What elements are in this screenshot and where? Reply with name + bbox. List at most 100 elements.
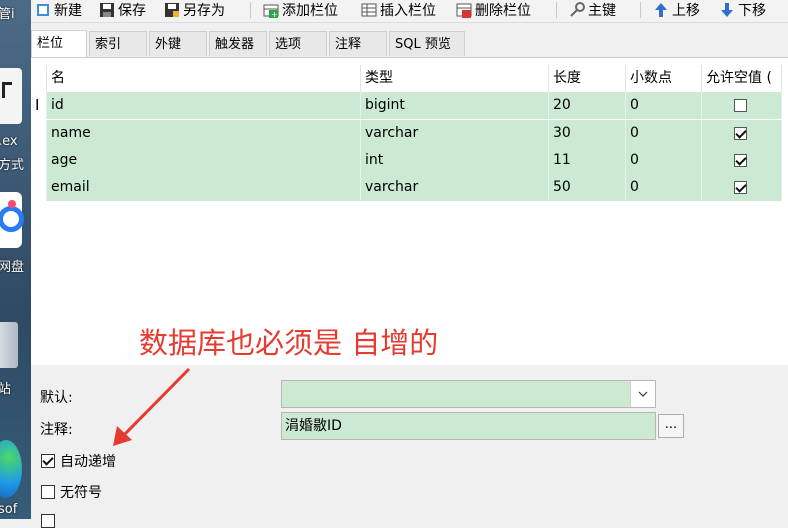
svg-text:+: + [271, 10, 278, 18]
field-type-cell[interactable]: int [361, 147, 549, 174]
move-up-button[interactable]: 上移 [653, 0, 700, 20]
desktop-label: .ex [0, 134, 18, 149]
tab-fields[interactable]: 栏位 [31, 30, 87, 57]
unsigned-checkbox[interactable] [41, 485, 55, 499]
add-field-button[interactable]: + 添加栏位 [263, 0, 338, 20]
add-field-icon: + [263, 2, 279, 19]
tab-indexes[interactable]: 索引 [89, 31, 147, 56]
toolbar-separator [250, 2, 251, 18]
save-button[interactable]: 保存 [99, 0, 146, 20]
delete-field-icon [456, 2, 472, 18]
row-header [31, 120, 47, 147]
desktop-label: 网盘 [0, 260, 25, 275]
row-cursor-marker: I [31, 92, 47, 119]
default-select[interactable] [281, 380, 656, 408]
move-down-button[interactable]: 下移 [719, 0, 766, 20]
default-label: 默认: [40, 390, 73, 406]
primary-key-label: 主键 [588, 3, 616, 19]
field-type-cell[interactable]: varchar [361, 174, 549, 201]
field-length-cell[interactable]: 11 [549, 147, 626, 174]
save-icon [99, 2, 115, 18]
app-icon[interactable] [0, 68, 22, 124]
tab-sql-preview[interactable]: SQL 预览 [389, 31, 465, 56]
field-decimals-cell[interactable]: 0 [626, 147, 702, 174]
toolbar-separator [556, 2, 557, 18]
column-header-type[interactable]: 类型 [361, 65, 549, 92]
new-label: 新建 [54, 3, 82, 19]
toolbar: 新建 保存 另存为 + 添加栏位 插入栏位 删除栏位 主键 上移 下移 [31, 0, 788, 23]
not-null-checkbox[interactable] [734, 154, 747, 167]
desktop-label: sof [0, 502, 18, 517]
not-null-checkbox[interactable] [734, 99, 747, 112]
field-name-cell[interactable]: name [47, 120, 361, 147]
tab-triggers[interactable]: 触发器 [209, 31, 267, 56]
cloud-drive-icon[interactable] [0, 192, 24, 248]
column-header-allow-null[interactable]: 允许空值 ( [702, 65, 782, 92]
new-icon [35, 2, 51, 18]
column-header-name[interactable]: 名 [47, 65, 361, 92]
comment-value: 涓婚敭ID [285, 418, 342, 434]
field-length-cell[interactable]: 30 [549, 120, 626, 147]
desktop-label: 管i [0, 7, 15, 22]
field-type-cell[interactable]: varchar [361, 120, 549, 147]
insert-field-button[interactable]: 插入栏位 [361, 0, 436, 20]
desktop-strip: 管i .ex 方式 网盘 站 sof [0, 0, 31, 519]
toolbar-separator [640, 2, 641, 18]
comment-more-button[interactable]: ... [658, 414, 684, 438]
field-not-null-cell [702, 174, 782, 201]
row-header [31, 147, 47, 174]
key-icon [569, 2, 585, 18]
table-row[interactable]: I id bigint 20 0 [31, 92, 788, 119]
arrow-up-icon [653, 2, 669, 18]
column-header-length[interactable]: 长度 [549, 65, 626, 92]
edge-icon[interactable] [0, 440, 22, 498]
tab-comment[interactable]: 注释 [329, 31, 387, 56]
table-row[interactable]: name varchar 30 0 [31, 120, 788, 147]
auto-increment-label[interactable]: 自动递增 [60, 451, 116, 471]
unsigned-label[interactable]: 无符号 [60, 482, 102, 502]
new-button[interactable]: 新建 [35, 0, 82, 20]
auto-increment-checkbox[interactable] [41, 454, 55, 468]
delete-field-label: 删除栏位 [475, 3, 531, 19]
save-as-label: 另存为 [183, 3, 225, 19]
primary-key-button[interactable]: 主键 [569, 0, 616, 20]
tab-strip: 栏位 索引 外键 触发器 选项 注释 SQL 预览 [31, 30, 788, 57]
tab-foreign-keys[interactable]: 外键 [149, 31, 207, 56]
save-as-button[interactable]: 另存为 [164, 0, 225, 20]
comment-label: 注释: [40, 422, 73, 438]
not-null-checkbox[interactable] [734, 127, 747, 140]
recycle-bin-icon[interactable] [0, 322, 18, 368]
field-decimals-cell[interactable]: 0 [626, 92, 702, 119]
chevron-down-icon[interactable] [630, 381, 655, 407]
field-length-cell[interactable]: 20 [549, 92, 626, 119]
add-field-label: 添加栏位 [282, 3, 338, 19]
table-row[interactable]: email varchar 50 0 [31, 174, 788, 201]
row-header-corner [31, 65, 47, 92]
desktop-label: 方式 [0, 158, 25, 173]
arrow-down-icon [719, 2, 735, 18]
field-not-null-cell [702, 120, 782, 147]
field-decimals-cell[interactable]: 0 [626, 120, 702, 147]
column-header-decimals[interactable]: 小数点 [626, 65, 702, 92]
field-name-cell[interactable]: age [47, 147, 361, 174]
field-type-cell[interactable]: bigint [361, 92, 549, 119]
field-length-cell[interactable]: 50 [549, 174, 626, 201]
insert-field-icon [361, 2, 377, 18]
tab-options[interactable]: 选项 [269, 31, 327, 56]
table-design-window: 新建 保存 另存为 + 添加栏位 插入栏位 删除栏位 主键 上移 下移 栏位 索… [31, 0, 788, 528]
field-name-cell[interactable]: id [47, 92, 361, 119]
not-null-checkbox[interactable] [734, 181, 747, 194]
save-as-icon [164, 2, 180, 18]
comment-input[interactable]: 涓婚敭ID [281, 412, 656, 440]
move-up-label: 上移 [672, 3, 700, 19]
field-name-cell[interactable]: email [47, 174, 361, 201]
delete-field-button[interactable]: 删除栏位 [456, 0, 531, 20]
annotation-text: 数据库也必须是 自增的 [139, 326, 439, 360]
field-decimals-cell[interactable]: 0 [626, 174, 702, 201]
partial-checkbox[interactable] [41, 514, 55, 528]
row-header [31, 174, 47, 201]
field-not-null-cell [702, 147, 782, 174]
field-properties-panel: 默认: 注释: 涓婚敭ID ... 自动递增 无符号 [31, 365, 788, 528]
insert-field-label: 插入栏位 [380, 3, 436, 19]
table-row[interactable]: age int 11 0 [31, 147, 788, 174]
